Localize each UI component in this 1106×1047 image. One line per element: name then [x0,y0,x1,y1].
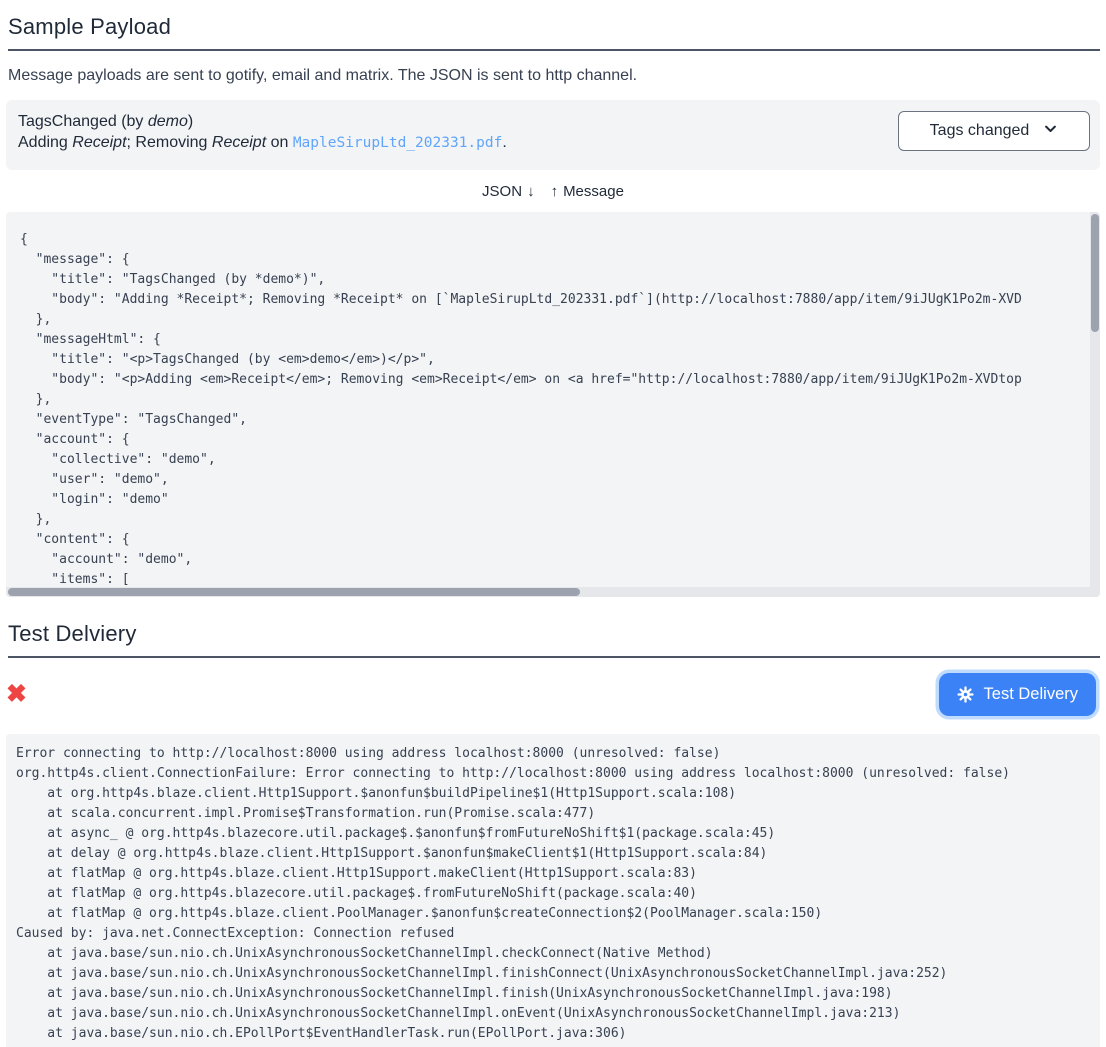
delivery-error-box[interactable]: Error connecting to http://localhost:800… [6,734,1100,1047]
json-horizontal-scrollbar[interactable] [6,587,1100,597]
json-payload-box[interactable]: { "message": { "title": "TagsChanged (by… [6,212,1100,597]
sample-payload-description: Message payloads are sent to gotify, ema… [8,67,1100,85]
sample-event-body-line: Adding Receipt; Removing Receipt on Mapl… [18,132,507,154]
error-x-icon: ✖ [6,682,27,707]
arrow-down-icon: ↓ [527,183,535,200]
event-tag-added: Receipt [72,134,126,151]
payload-view-toggle: JSON ↓ ↑Message [6,183,1100,200]
event-tag-removed: Receipt [212,134,266,151]
test-delivery-button-label: Test Delivery [984,685,1078,704]
event-title-prefix: TagsChanged (by [18,113,148,130]
toggle-json-link[interactable]: JSON ↓ [482,183,535,200]
json-vertical-scrollbar-thumb[interactable] [1091,214,1099,332]
gear-icon [957,686,974,703]
sample-event-title-line: TagsChanged (by demo) [18,111,507,132]
delivery-error-text: Error connecting to http://localhost:800… [6,734,1100,1047]
test-delivery-row: ✖ Test [6,668,1100,720]
event-body-on: on [266,134,293,151]
json-horizontal-scrollbar-thumb[interactable] [8,588,580,596]
arrow-up-icon: ↑ [551,183,559,200]
event-type-select[interactable]: Tags changed [898,111,1090,151]
json-payload-text: { "message": { "title": "TagsChanged (by… [6,212,1100,590]
event-body-adding: Adding [18,134,72,151]
sample-payload-title: Sample Payload [8,14,1100,51]
event-user: demo [148,113,188,130]
chevron-down-icon [1043,121,1058,141]
test-delivery-button[interactable]: Test Delivery [939,673,1096,716]
item-link[interactable]: MapleSirupLtd_202331.pdf [293,135,503,151]
event-title-suffix: ) [188,113,193,130]
json-vertical-scrollbar[interactable] [1090,212,1100,597]
toggle-json-label: JSON [482,183,522,200]
test-delivery-title: Test Delviery [8,621,1100,658]
event-type-selected-value: Tags changed [930,122,1030,140]
toggle-message-label: Message [563,183,624,200]
event-body-removing: ; Removing [127,134,212,151]
sample-event-summary: TagsChanged (by demo) Adding Receipt; Re… [18,111,507,154]
toggle-message-link[interactable]: ↑Message [551,183,624,200]
sample-event-box: TagsChanged (by demo) Adding Receipt; Re… [6,100,1100,170]
notification-hook-page: Sample Payload Message payloads are sent… [0,14,1106,1047]
event-body-end: . [502,134,506,151]
